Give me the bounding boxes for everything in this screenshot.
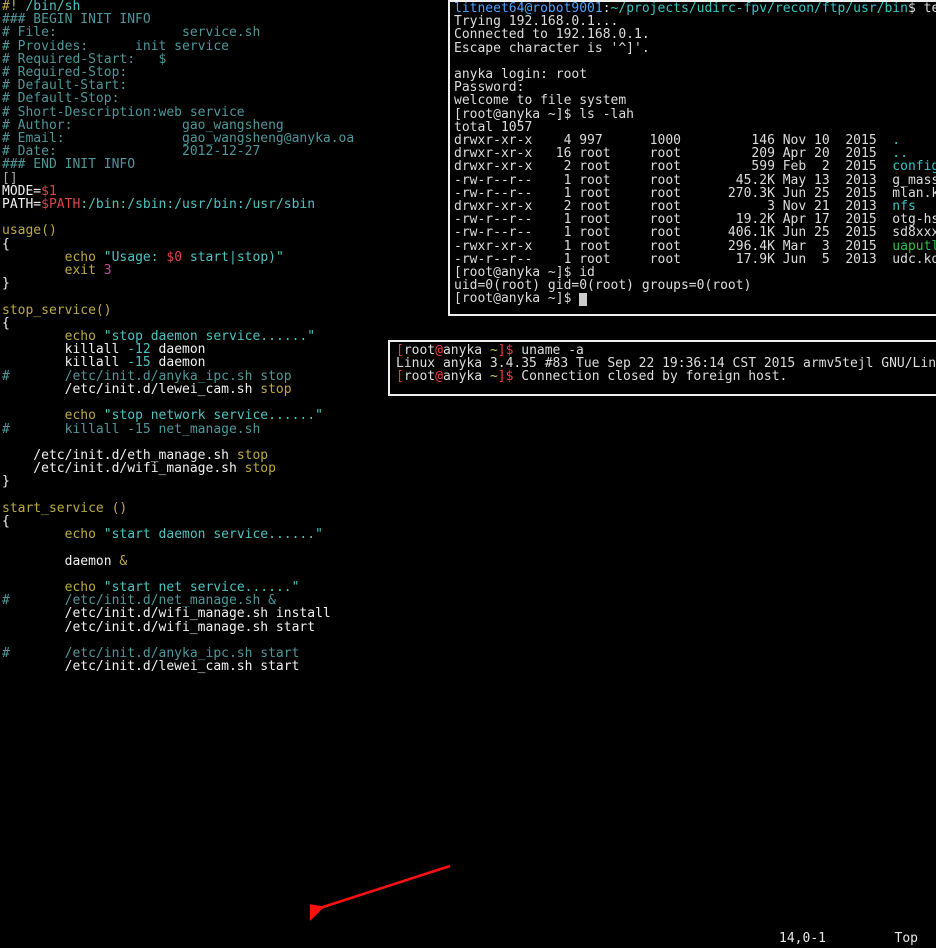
- cursor-position: 14,0-1: [779, 932, 826, 945]
- script-editor[interactable]: #! /bin/sh ### BEGIN INIT INFO # File: s…: [0, 0, 462, 673]
- vim-status-bar: 14,0-1 Top: [0, 932, 936, 948]
- telnet-ls-panel: litneet64@robot9001:~/projects/udirc-fpv…: [448, 0, 936, 316]
- script-source: #! /bin/sh ### BEGIN INIT INFO # File: s…: [2, 0, 462, 673]
- scroll-position: Top: [895, 932, 918, 945]
- annotation-arrow-icon: [310, 862, 460, 922]
- uname-output: [root@anyka ~]$ uname -a Linux anyka 3.4…: [390, 342, 936, 386]
- telnet-ls-output: litneet64@robot9001:~/projects/udirc-fpv…: [450, 2, 936, 306]
- uname-panel: [root@anyka ~]$ uname -a Linux anyka 3.4…: [388, 340, 936, 396]
